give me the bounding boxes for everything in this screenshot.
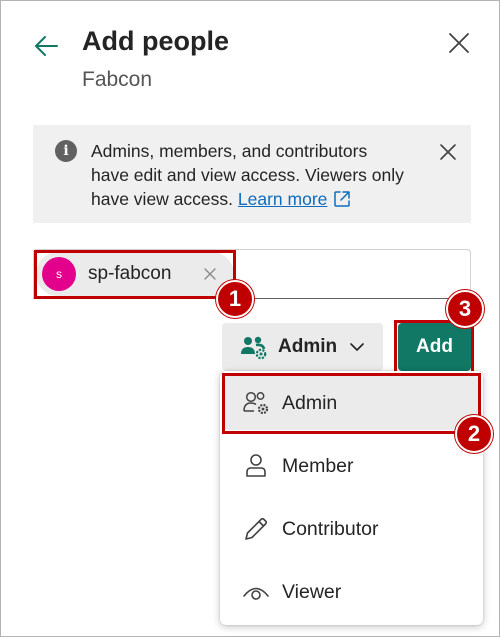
open-external-icon[interactable] xyxy=(333,190,351,208)
page-subtitle: Fabcon xyxy=(82,68,153,91)
step-badge-1: 1 xyxy=(216,280,254,318)
info-line-2: have edit and view access. Viewers only xyxy=(91,165,404,185)
info-dismiss-icon[interactable] xyxy=(439,143,457,161)
role-dropdown-label: Admin xyxy=(278,336,338,357)
info-message-bar: i Admins, members, and contributors have… xyxy=(33,125,471,223)
step-badge-2: 2 xyxy=(455,415,493,453)
learn-more-link[interactable]: Learn more xyxy=(238,189,328,209)
arrow-left-icon[interactable] xyxy=(32,32,60,60)
pencil-icon xyxy=(245,517,268,540)
menu-item-member[interactable]: Member xyxy=(224,439,479,493)
info-message-text: Admins, members, and contributors have e… xyxy=(91,139,421,211)
close-icon[interactable] xyxy=(448,32,470,54)
info-line-3: have view access. Learn more xyxy=(91,187,421,211)
eye-icon xyxy=(243,587,269,600)
callout-highlight-admin xyxy=(222,373,481,434)
menu-item-viewer-label: Viewer xyxy=(282,580,342,603)
info-icon: i xyxy=(55,140,77,162)
people-settings-icon xyxy=(241,336,267,360)
chevron-down-icon xyxy=(350,343,364,351)
step-badge-3: 3 xyxy=(446,290,484,328)
role-dropdown-button[interactable]: Admin xyxy=(222,323,383,371)
info-line-1: Admins, members, and contributors xyxy=(91,141,368,161)
menu-item-viewer[interactable]: Viewer xyxy=(224,565,479,619)
person-icon xyxy=(246,454,266,477)
info-line-3-text: have view access. xyxy=(91,189,234,209)
menu-item-member-label: Member xyxy=(282,454,354,477)
page-title: Add people xyxy=(82,26,229,56)
callout-highlight-add xyxy=(394,320,474,374)
menu-item-contributor[interactable]: Contributor xyxy=(224,502,479,556)
menu-item-contributor-label: Contributor xyxy=(282,517,379,540)
callout-highlight-chip xyxy=(34,250,236,299)
